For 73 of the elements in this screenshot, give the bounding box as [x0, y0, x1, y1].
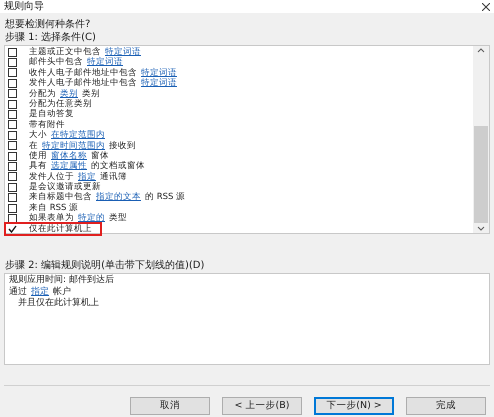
condition-text: 具有 — [29, 161, 47, 172]
condition-text: 使用 — [29, 150, 47, 161]
checkbox[interactable] — [8, 68, 17, 78]
checkbox[interactable] — [8, 89, 17, 98]
value-link[interactable]: 选定属性 — [51, 161, 87, 172]
condition-text: 接收到 — [109, 140, 136, 151]
condition-text: 类型 — [109, 213, 127, 224]
wizard-button[interactable]: < 上一步(B) — [222, 397, 302, 415]
checkbox[interactable] — [8, 182, 17, 192]
checkbox[interactable] — [8, 172, 17, 182]
condition-text: 收件人电子邮件地址中包含 — [29, 68, 137, 78]
step-label: 步骤 1: 选择条件(C) — [5, 32, 97, 44]
condition-text: 主题或正文中包含 — [29, 47, 101, 57]
condition-text: 大小 — [29, 130, 47, 141]
checkbox[interactable] — [8, 78, 17, 88]
checkbox[interactable] — [8, 162, 17, 171]
condition-text: 发件人电子邮件地址中包含 — [29, 78, 137, 89]
checkbox[interactable] — [8, 130, 17, 140]
condition-text: 来自标题中包含 — [29, 192, 92, 203]
condition-text: 如果表单为 — [29, 213, 74, 224]
value-link[interactable]: 特定词语 — [141, 78, 177, 89]
condition-text: 帐户 — [53, 286, 71, 298]
value-link[interactable]: 指定的文本 — [96, 192, 141, 203]
checkbox[interactable] — [8, 214, 17, 223]
wizard-button[interactable]: 完成 — [406, 397, 486, 415]
value-link[interactable]: 特定词语 — [87, 57, 123, 68]
checkbox[interactable] — [8, 100, 17, 109]
window-title: 规则向导 — [4, 0, 44, 12]
condition-text: 来自 RSS 源 — [29, 202, 78, 213]
condition-text: 通讯簿 — [100, 172, 127, 182]
checkbox[interactable] — [8, 204, 17, 213]
value-link[interactable]: 窗体名称 — [51, 150, 87, 162]
checkbox[interactable] — [8, 110, 17, 120]
condition-text: 规则应用时间: 邮件到达后 — [9, 275, 114, 286]
wizard-button[interactable]: 下一步(N) > — [314, 397, 394, 415]
checkbox[interactable] — [8, 58, 17, 68]
close-icon[interactable] — [482, 2, 490, 10]
condition-text: 分配为 — [29, 88, 56, 99]
condition-text: 在 — [29, 140, 38, 151]
value-link[interactable]: 在特定范围内 — [51, 130, 105, 141]
question-text: 想要检测何种条件? — [5, 19, 92, 31]
step-label: 步骤 2: 编辑规则说明(单击带下划线的值)(D) — [5, 260, 206, 272]
checkbox[interactable] — [8, 193, 17, 202]
conditions-list[interactable] — [4, 45, 490, 234]
condition-text: 通过 — [9, 286, 27, 298]
value-link[interactable]: 特定的 — [78, 213, 105, 224]
condition-text: 窗体 — [91, 150, 109, 161]
checkbox[interactable] — [8, 152, 17, 161]
value-link[interactable]: 类别 — [60, 88, 78, 99]
condition-text: 的 RSS 源 — [145, 192, 186, 203]
condition-text: 并且仅在此计算机上 — [18, 298, 99, 310]
checkbox[interactable] — [8, 48, 17, 57]
value-link[interactable]: 特定词语 — [141, 68, 177, 78]
condition-text: 邮件头中包含 — [29, 57, 83, 68]
condition-text: 类别 — [82, 88, 100, 99]
checkbox[interactable] — [8, 141, 17, 150]
condition-text: 分配为任意类别 — [29, 98, 92, 109]
condition-text: 带有附件 — [29, 120, 65, 130]
condition-text: 仅在此计算机上 — [29, 224, 92, 234]
condition-text: 的文档或窗体 — [91, 161, 145, 172]
value-link[interactable]: 指定 — [31, 286, 49, 298]
rule-description-box[interactable]: 规则应用时间: 邮件到达后 通过 指定 帐户 并且仅在此计算机上 — [4, 273, 490, 365]
scrollbar[interactable] — [473, 46, 489, 233]
checkbox[interactable] — [8, 120, 17, 130]
value-link[interactable]: 特定词语 — [105, 47, 141, 58]
scroll-thumb[interactable] — [474, 126, 488, 223]
condition-text: 是自动答复 — [29, 109, 74, 120]
condition-text: 发件人位于 — [29, 172, 74, 182]
wizard-button[interactable]: 取消 — [130, 397, 210, 415]
value-link[interactable]: 指定 — [78, 172, 96, 182]
condition-text: 是会议邀请或更新 — [29, 182, 101, 192]
value-link[interactable]: 特定时间范围内 — [42, 140, 105, 151]
checkbox[interactable] — [8, 224, 17, 234]
